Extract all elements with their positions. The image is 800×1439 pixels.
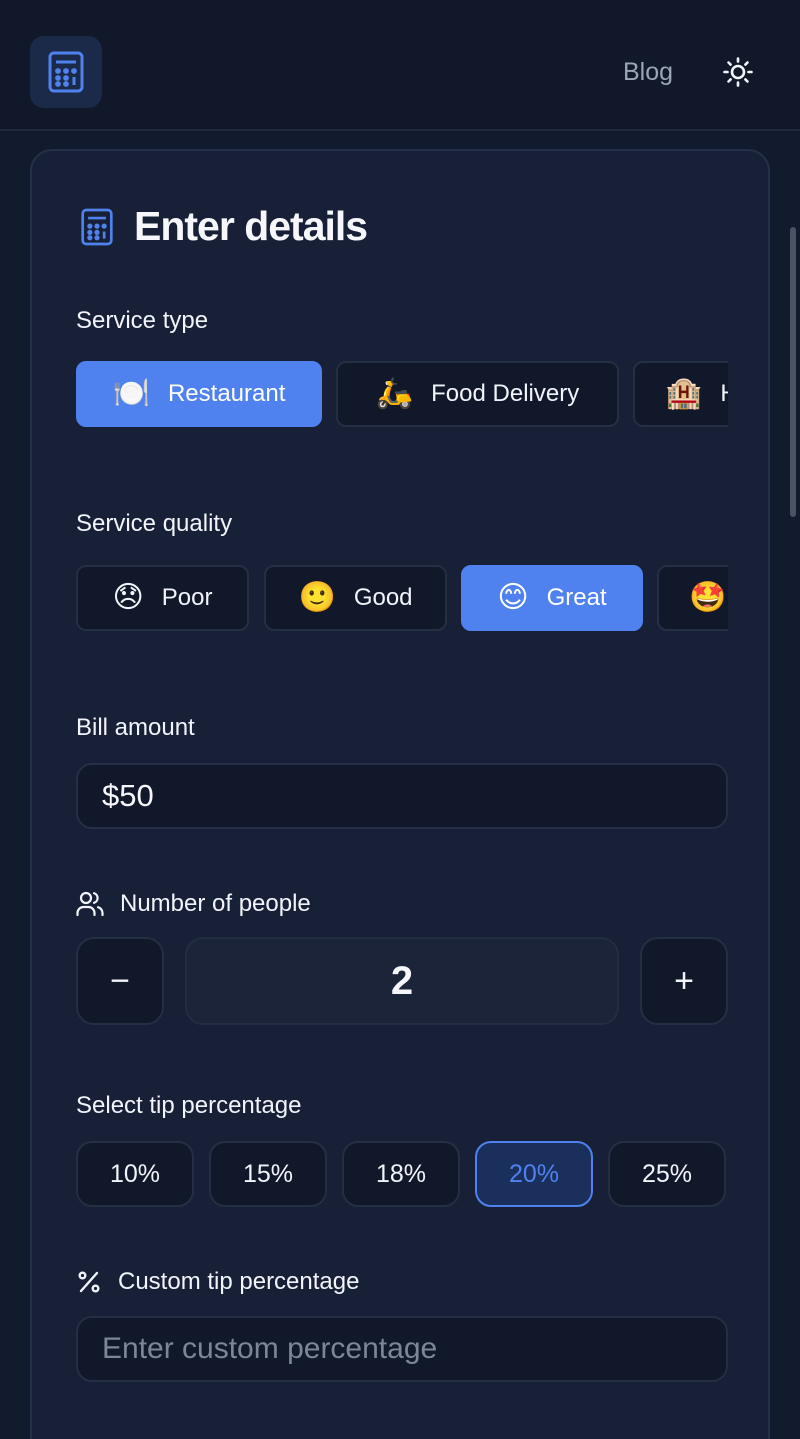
bill-amount-label-text: Bill amount <box>76 714 195 741</box>
chip-label: Good <box>353 584 413 611</box>
blog-link[interactable]: Blog <box>623 58 673 87</box>
service-quality-good[interactable]: 🙂 Good <box>264 565 447 631</box>
people-label: Number of people <box>76 890 311 918</box>
calculator-icon <box>81 208 113 245</box>
service-quality-label-text: Service quality <box>76 510 233 537</box>
custom-tip-label: Custom tip percentage <box>76 1268 359 1296</box>
slight-smile-icon: 🙂 <box>298 581 336 614</box>
custom-tip-label-text: Custom tip percentage <box>118 1268 360 1295</box>
plate-icon: 🍽️ <box>112 377 150 410</box>
star-struck-icon: 🤩 <box>689 581 727 614</box>
service-type-food-delivery[interactable]: 🛵 Food Delivery <box>336 361 619 427</box>
calculator-icon <box>48 51 84 93</box>
tip-percentage-label-text: Select tip percentage <box>76 1092 302 1119</box>
service-type-options: 🍽️ Restaurant 🛵 Food Delivery 🏨 H <box>76 361 728 431</box>
chip-label: H <box>720 380 728 408</box>
logo-button[interactable] <box>30 36 102 108</box>
increment-people-button[interactable]: + <box>640 937 728 1025</box>
smiling-face-icon: 😊 <box>497 581 529 614</box>
app-root: Blog Enter details Service type 🍽️ Resta… <box>0 0 800 1439</box>
custom-tip-input[interactable]: Enter custom percentage <box>76 1316 728 1382</box>
users-icon <box>76 891 104 917</box>
card-title: Enter details <box>134 203 368 249</box>
service-type-label: Service type <box>76 307 208 335</box>
details-card: Enter details Service type 🍽️ Restaurant… <box>30 149 770 1439</box>
hotel-icon: 🏨 <box>665 377 703 410</box>
chip-label: Food Delivery <box>431 380 580 407</box>
bill-amount-label: Bill amount <box>76 714 195 742</box>
decrement-people-button[interactable]: − <box>76 937 164 1025</box>
disappointed-face-icon: 😞 <box>112 581 144 614</box>
service-type-restaurant[interactable]: 🍽️ Restaurant <box>76 361 322 427</box>
chip-label: Great <box>546 584 607 611</box>
service-quality-poor[interactable]: 😞 Poor <box>76 565 249 631</box>
sun-icon <box>723 57 753 87</box>
chip-label: Restaurant <box>167 380 286 407</box>
people-label-text: Number of people <box>120 890 311 917</box>
tip-option-25[interactable]: 25% <box>608 1141 726 1207</box>
tip-option-15[interactable]: 15% <box>209 1141 327 1207</box>
tip-option-10[interactable]: 10% <box>76 1141 194 1207</box>
page-scrollbar[interactable] <box>786 131 800 1439</box>
theme-toggle-button[interactable] <box>718 52 758 92</box>
service-quality-label: Service quality <box>76 510 232 538</box>
top-header: Blog <box>0 0 800 131</box>
service-quality-great[interactable]: 😊 Great <box>461 565 643 631</box>
scooter-icon: 🛵 <box>375 377 414 410</box>
service-type-hotel[interactable]: 🏨 H <box>633 361 728 427</box>
service-quality-options: 😞 Poor 🙂 Good 😊 Great 🤩 <box>76 565 728 635</box>
tip-option-18[interactable]: 18% <box>342 1141 460 1207</box>
people-count: 2 <box>185 937 619 1025</box>
percent-icon <box>76 1269 102 1295</box>
service-type-label-text: Service type <box>76 307 209 334</box>
card-header: Enter details <box>80 203 368 250</box>
bill-amount-input[interactable]: $50 <box>76 763 728 829</box>
tip-option-20[interactable]: 20% <box>475 1141 593 1207</box>
scrollbar-thumb[interactable] <box>790 227 796 517</box>
service-quality-excellent[interactable]: 🤩 <box>657 565 728 631</box>
chip-label: Poor <box>161 584 213 611</box>
tip-percentage-label: Select tip percentage <box>76 1092 301 1120</box>
